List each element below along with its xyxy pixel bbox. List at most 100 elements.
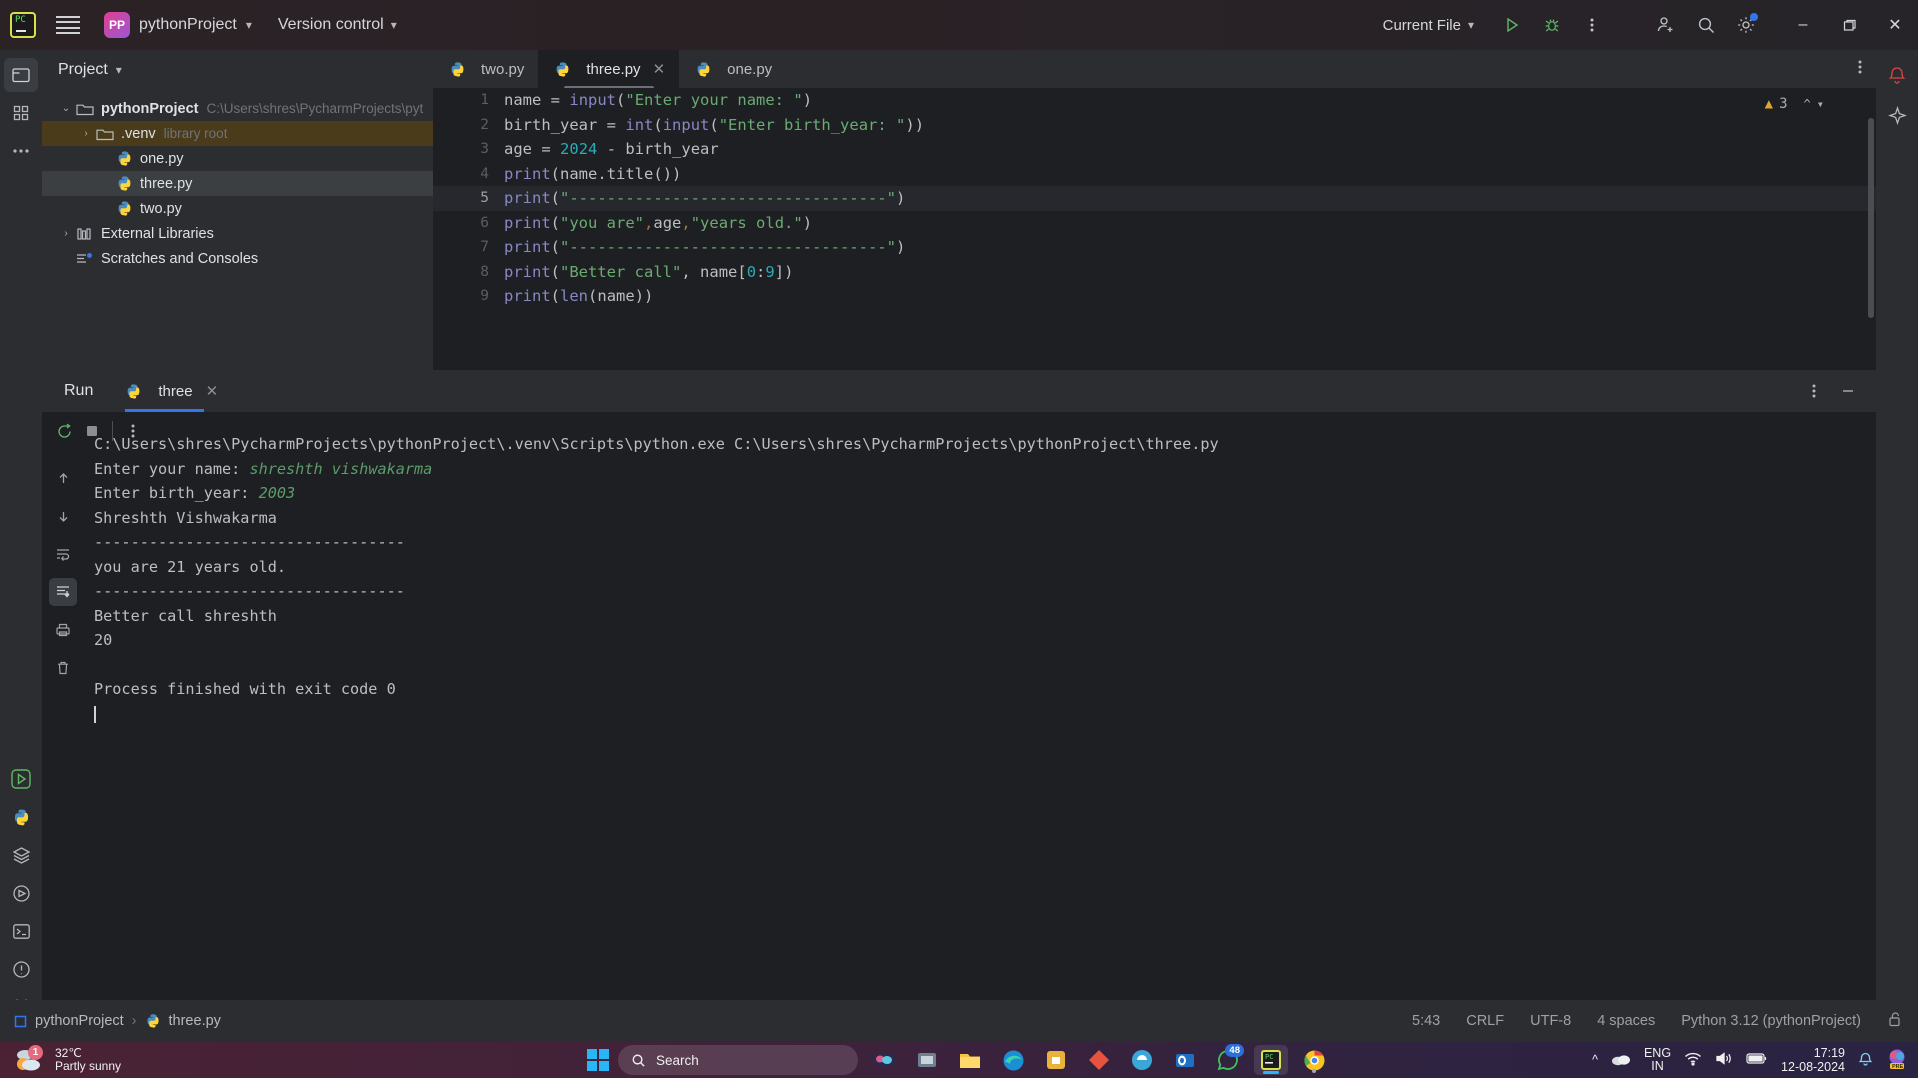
inspection-widget[interactable]: ▲ 3 ^ ▾ (1765, 96, 1824, 112)
rerun-icon[interactable] (50, 417, 78, 445)
tree-item-external-libraries[interactable]: › External Libraries (42, 221, 433, 246)
breadcrumb[interactable]: pythonProject › three.py (14, 1013, 221, 1029)
sidebar-item-python-console[interactable] (4, 800, 38, 834)
tree-item-two-py[interactable]: two.py (42, 196, 433, 221)
console-side-toolbar (42, 458, 84, 1036)
copilot-icon[interactable] (867, 1045, 901, 1075)
sidebar-item-project[interactable] (4, 58, 38, 92)
chevron-right-icon[interactable]: › (76, 128, 96, 139)
project-avatar: PP (104, 12, 130, 38)
search-icon[interactable] (1686, 5, 1726, 45)
project-panel-header[interactable]: Project ▾ (42, 50, 433, 90)
whatsapp-icon[interactable]: 48 (1211, 1044, 1245, 1075)
soft-wrap-icon[interactable] (49, 540, 77, 568)
trash-icon[interactable] (49, 654, 77, 682)
close-icon[interactable]: ✕ (653, 60, 666, 78)
weather-widget[interactable]: 1 32℃ Partly sunny (14, 1045, 121, 1073)
chevron-down-icon[interactable]: ⌄ (56, 103, 76, 114)
more-actions-button[interactable] (1572, 5, 1612, 45)
breadcrumb-item-project[interactable]: pythonProject (35, 1013, 124, 1029)
wifi-icon[interactable] (1684, 1051, 1702, 1069)
tree-item-scratches-and-consoles[interactable]: Scratches and Consoles (42, 246, 433, 271)
battery-icon[interactable] (1746, 1052, 1768, 1068)
designer-pre-icon[interactable]: PRE (1886, 1048, 1908, 1073)
code-editor[interactable]: 1 2 3 4 5 6 7 8 9 name = input("Enter your name:… (433, 88, 1876, 370)
app-red-icon[interactable] (1082, 1045, 1116, 1075)
tree-item--venv[interactable]: › .venv library root (42, 121, 433, 146)
project-tool-window: Project ▾ ⌄ pythonProject C:\Users\shres\P… (42, 50, 433, 412)
chevron-right-icon[interactable]: › (56, 228, 76, 239)
taskbar-clock[interactable]: 17:19 12-08-2024 (1781, 1046, 1845, 1074)
debug-button[interactable] (1532, 5, 1572, 45)
taskbar-center: Search 48 PC (587, 1044, 1331, 1075)
notifications-bell-icon[interactable] (1858, 1051, 1873, 1070)
volume-icon[interactable] (1715, 1051, 1733, 1069)
editor-tabs-more-icon[interactable] (1858, 59, 1862, 80)
store-icon[interactable] (1039, 1045, 1073, 1075)
sidebar-item-structure[interactable] (4, 96, 38, 130)
console-output[interactable]: C:\Users\shres\PycharmProjects\pythonPro… (94, 432, 1868, 1032)
task-view-icon[interactable] (910, 1045, 944, 1075)
run-configuration-selector[interactable]: Current File ▾ (1383, 17, 1474, 34)
project-widget[interactable]: PP pythonProject ▾ (104, 12, 252, 38)
close-window-button[interactable]: ✕ (1872, 0, 1918, 50)
python-interpreter[interactable]: Python 3.12 (pythonProject) (1681, 1013, 1861, 1029)
add-user-icon[interactable] (1646, 5, 1686, 45)
sidebar-item-more[interactable] (4, 134, 38, 168)
pycharm-icon[interactable]: PC (1254, 1045, 1288, 1075)
tree-item-one-py[interactable]: one.py (42, 146, 433, 171)
sidebar-item-services[interactable] (4, 876, 38, 910)
breadcrumb-item-file[interactable]: three.py (169, 1013, 221, 1029)
code-lines[interactable]: name = input("Enter your name: ") birth_… (501, 88, 1876, 309)
caret-position[interactable]: 5:43 (1412, 1013, 1440, 1029)
sidebar-item-python-packages[interactable] (4, 838, 38, 872)
file-explorer-icon[interactable] (953, 1045, 987, 1075)
file-encoding[interactable]: UTF-8 (1530, 1013, 1571, 1029)
up-arrow-icon[interactable] (49, 464, 77, 492)
minimize-window-button[interactable]: – (1780, 0, 1826, 50)
editor-tab-three-py[interactable]: three.py ✕ (538, 50, 680, 90)
sidebar-item-terminal[interactable] (4, 914, 38, 948)
outlook-icon[interactable] (1168, 1045, 1202, 1075)
python-file-icon (127, 383, 140, 399)
edge-icon[interactable] (996, 1045, 1030, 1075)
line-separator[interactable]: CRLF (1466, 1013, 1504, 1029)
close-icon[interactable]: ✕ (206, 382, 219, 400)
news-icon[interactable] (1125, 1045, 1159, 1075)
tree-item-three-py[interactable]: three.py (42, 171, 433, 196)
unlocked-padlock-icon[interactable] (1887, 1011, 1902, 1031)
tree-item-label: three.py (140, 175, 193, 192)
hamburger-menu-icon[interactable] (56, 16, 80, 34)
gear-icon[interactable] (1726, 5, 1766, 45)
down-arrow-icon[interactable] (49, 502, 77, 530)
onedrive-icon[interactable] (1611, 1052, 1631, 1069)
version-control-widget[interactable]: Version control ▾ (278, 16, 397, 34)
show-hidden-icons-icon[interactable]: ^ (1592, 1053, 1598, 1067)
sidebar-item-run[interactable] (4, 762, 38, 796)
chrome-icon[interactable] (1297, 1045, 1331, 1075)
indent-setting[interactable]: 4 spaces (1597, 1013, 1655, 1029)
more-vertical-icon[interactable] (1800, 377, 1828, 405)
editor-tab-one-py[interactable]: one.py (679, 50, 786, 88)
tree-item-label: Scratches and Consoles (101, 250, 259, 267)
windows-logo-icon[interactable] (587, 1049, 609, 1071)
editor-vertical-scrollbar[interactable] (1868, 118, 1874, 318)
project-tree[interactable]: ⌄ pythonProject C:\Users\shres\PycharmProj… (42, 90, 433, 271)
tree-item-pythonproject[interactable]: ⌄ pythonProject C:\Users\shres\PycharmProj… (42, 96, 433, 121)
bell-icon[interactable] (1880, 58, 1914, 92)
taskbar-search-input[interactable]: Search (618, 1045, 858, 1075)
sidebar-item-problems[interactable] (4, 952, 38, 986)
print-icon[interactable] (49, 616, 77, 644)
run-tab-three[interactable]: three ✕ (125, 370, 218, 412)
minimize-icon[interactable] (1834, 377, 1862, 405)
editor-tab-two-py[interactable]: two.py (433, 50, 538, 88)
language-indicator[interactable]: ENG IN (1644, 1047, 1671, 1073)
maximize-window-button[interactable] (1826, 0, 1872, 50)
run-button[interactable] (1492, 5, 1532, 45)
pycharm-logo-icon (10, 12, 36, 38)
scroll-to-end-icon[interactable] (49, 578, 77, 606)
ai-assistant-icon[interactable] (1880, 98, 1914, 132)
chevron-down-icon[interactable]: ▾ (1817, 97, 1824, 111)
running-app-indicator (1312, 1069, 1316, 1073)
chevron-up-icon[interactable]: ^ (1804, 97, 1811, 111)
